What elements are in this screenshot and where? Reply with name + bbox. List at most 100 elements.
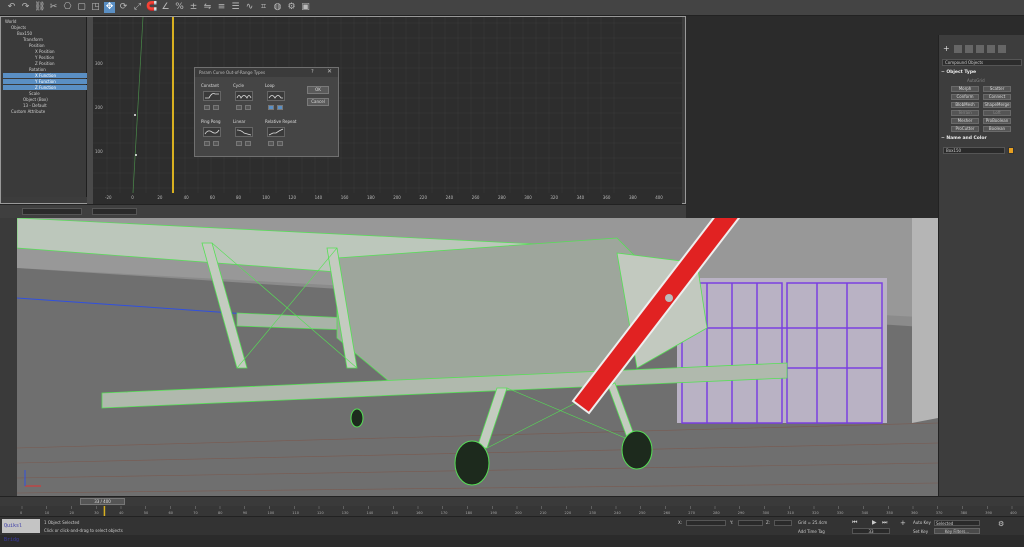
name-color-rollout[interactable]: − Name and Color (941, 135, 1023, 142)
x-coord-field[interactable] (686, 520, 726, 526)
object-type-button[interactable]: Conform (951, 94, 979, 100)
render-setup-icon[interactable]: ⚙ (286, 2, 297, 13)
relative-repeat-in-toggle[interactable] (268, 141, 274, 146)
object-type-button[interactable]: ProCutter (951, 126, 979, 132)
tree-item[interactable]: Transform (3, 37, 87, 42)
tree-item[interactable]: Custom Attribute (3, 109, 87, 114)
rotate-icon[interactable]: ⟳ (118, 2, 129, 13)
tree-item[interactable]: Rotation (3, 67, 87, 72)
select-icon[interactable]: ▢ (76, 2, 87, 13)
constant-in-toggle[interactable] (204, 105, 210, 110)
tree-item[interactable]: Scale (3, 91, 87, 96)
autogrid-checkbox[interactable]: AutoGrid (967, 78, 985, 83)
material-icon[interactable]: ◍ (272, 2, 283, 13)
tree-item[interactable]: X Function (3, 73, 87, 78)
object-type-button[interactable]: Connect (983, 94, 1011, 100)
y-coord-field[interactable] (738, 520, 763, 526)
loop-in-toggle[interactable] (268, 105, 274, 110)
ping-pong-in-toggle[interactable] (204, 141, 210, 146)
object-type-button[interactable]: BlobMesh (951, 102, 979, 108)
cancel-button[interactable]: Cancel (307, 98, 329, 106)
layer-icon[interactable]: ☰ (230, 2, 241, 13)
linear-curve-button[interactable] (235, 127, 253, 137)
current-frame-field[interactable]: 33 (852, 528, 890, 534)
scale-icon[interactable]: ⤢ (132, 2, 143, 13)
value-entry-field[interactable] (92, 208, 137, 215)
constant-out-toggle[interactable] (213, 105, 219, 110)
time-slider-thumb[interactable]: 33 / 400 (80, 498, 125, 505)
relative-repeat-curve-button[interactable] (267, 127, 285, 137)
schematic-icon[interactable]: ⌗ (258, 2, 269, 13)
curve-graph[interactable]: 300 200 100 -20 0 20 40 60 80 100 120 140 160 180 200 2… (93, 16, 682, 205)
loop-out-toggle[interactable] (277, 105, 283, 110)
unlink-icon[interactable]: ✂ (48, 2, 59, 13)
tree-item[interactable]: Objects (3, 25, 87, 30)
play-icon[interactable]: ▶ (872, 520, 878, 526)
tree-item[interactable]: Y Position (3, 55, 87, 60)
z-coord-field[interactable] (774, 520, 792, 526)
object-type-button[interactable]: Morph (951, 86, 979, 92)
ping-pong-curve-button[interactable] (203, 127, 221, 137)
key-entry-field[interactable] (22, 208, 82, 215)
tree-item[interactable]: Z Function (3, 85, 87, 90)
goto-end-icon[interactable]: ⏭ (882, 520, 888, 526)
object-name-field[interactable]: Box150 (943, 147, 1005, 154)
create-tab-icon[interactable]: + (943, 45, 951, 53)
key-filters-button[interactable]: Key Filters... (934, 528, 980, 534)
snap-icon[interactable]: 🧲 (146, 2, 157, 13)
cycle-in-toggle[interactable] (236, 105, 242, 110)
object-type-button[interactable]: Scatter (983, 86, 1011, 92)
tree-item[interactable]: Position (3, 43, 87, 48)
tree-item[interactable]: Y Function (3, 79, 87, 84)
tree-item[interactable]: 13 - Default (3, 103, 87, 108)
angle-snap-icon[interactable]: ∠ (160, 2, 171, 13)
auto-key-button[interactable]: Auto Key (913, 520, 931, 525)
controller-tree[interactable]: World Objects Box150 Transform Position X Pos… (3, 17, 87, 197)
relative-repeat-out-toggle[interactable] (277, 141, 283, 146)
object-type-button[interactable]: Loft (983, 110, 1011, 116)
object-type-button[interactable]: Boolean (983, 126, 1011, 132)
add-time-tag[interactable]: Add Time Tag (798, 529, 825, 534)
key-mode-icon[interactable]: + (900, 520, 907, 527)
category-dropdown[interactable]: Compound Objects (942, 59, 1022, 66)
redo-icon[interactable]: ↷ (20, 2, 31, 13)
display-tab-icon[interactable] (987, 45, 995, 53)
object-type-button[interactable]: ProBoolean (983, 118, 1011, 124)
time-slider[interactable]: 33 / 400 (0, 496, 1024, 506)
mirror-icon[interactable]: ⇋ (202, 2, 213, 13)
object-color-swatch[interactable] (1008, 147, 1014, 154)
loop-curve-button[interactable] (267, 91, 285, 101)
linear-out-toggle[interactable] (245, 141, 251, 146)
spinner-snap-icon[interactable]: ± (188, 2, 199, 13)
dialog-close-icon[interactable]: ✕ (327, 68, 332, 75)
tree-item[interactable]: World (3, 19, 87, 24)
move-icon[interactable]: ✥ (104, 2, 115, 13)
tree-item[interactable]: Z Position (3, 61, 87, 66)
tree-item[interactable]: Box150 (3, 31, 87, 36)
time-config-icon[interactable]: ⚙ (998, 520, 1006, 528)
bind-icon[interactable]: ⎔ (62, 2, 73, 13)
dialog-help-icon[interactable]: ? (311, 69, 314, 75)
hierarchy-tab-icon[interactable] (965, 45, 973, 53)
tree-item[interactable]: X Position (3, 49, 87, 54)
region-icon[interactable]: ◳ (90, 2, 101, 13)
ok-button[interactable]: OK (307, 86, 329, 94)
motion-tab-icon[interactable] (976, 45, 984, 53)
constant-curve-button[interactable] (203, 91, 221, 101)
align-icon[interactable]: ≡ (216, 2, 227, 13)
object-type-button[interactable]: ShapeMerge (983, 102, 1011, 108)
percent-snap-icon[interactable]: % (174, 2, 185, 13)
maxscript-listener[interactable]: Quiksl Bridg (2, 519, 40, 543)
render-icon[interactable]: ▣ (300, 2, 311, 13)
track-bar[interactable]: 0 10 20 30 40 50 60 70 80 90 100 110 120 130 140 150 160… (0, 506, 1024, 516)
tree-item[interactable]: Object (Box) (3, 97, 87, 102)
object-type-button[interactable]: Terrain (951, 110, 979, 116)
curve-icon[interactable]: ∿ (244, 2, 255, 13)
link-icon[interactable]: ⛓ (34, 2, 45, 13)
goto-start-icon[interactable]: ⏮ (852, 520, 858, 526)
object-type-button[interactable]: Mesher (951, 118, 979, 124)
set-key-button[interactable]: Set Key (913, 529, 928, 534)
object-type-rollout[interactable]: − Object Type (941, 69, 1023, 76)
selection-set-dropdown[interactable]: Selected (934, 520, 980, 526)
ping-pong-out-toggle[interactable] (213, 141, 219, 146)
